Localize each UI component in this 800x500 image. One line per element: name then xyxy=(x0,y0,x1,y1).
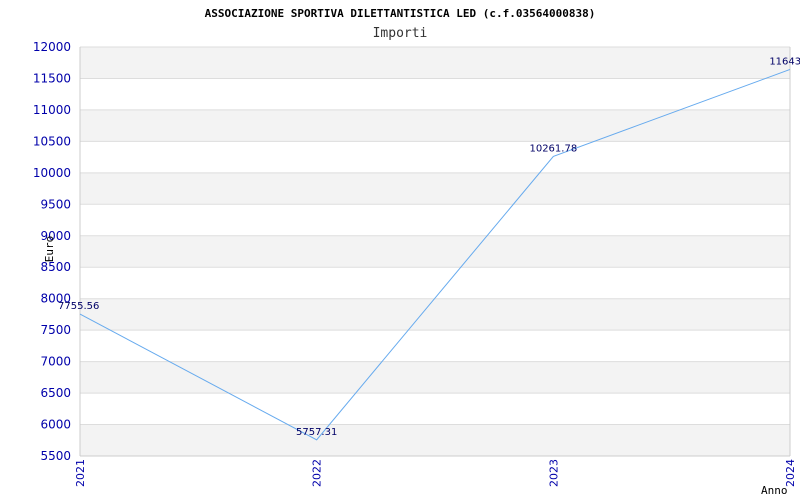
data-label: 10261.78 xyxy=(529,143,577,154)
y-tick-label: 7500 xyxy=(40,323,71,337)
y-tick-label: 6000 xyxy=(40,418,71,432)
data-label: 11643.0 xyxy=(769,56,800,67)
plot-band xyxy=(80,172,790,205)
x-tick-label: 2022 xyxy=(311,459,324,487)
plot-band xyxy=(80,47,790,79)
y-axis-label: Euro xyxy=(43,236,56,263)
y-tick-label: 6500 xyxy=(40,386,71,400)
plot-band xyxy=(80,235,790,268)
y-tick-label: 7000 xyxy=(40,355,71,369)
plot-band xyxy=(80,109,790,142)
x-axis-label: Anno xyxy=(761,484,788,497)
y-tick-label: 12000 xyxy=(33,40,71,54)
x-tick-label: 2021 xyxy=(74,459,87,487)
y-tick-label: 5500 xyxy=(40,449,71,463)
x-tick-label: 2024 xyxy=(784,459,797,487)
data-label: 7755.56 xyxy=(58,301,99,312)
plot-band xyxy=(80,298,790,331)
x-tick-label: 2023 xyxy=(547,459,560,487)
y-tick-label: 10500 xyxy=(33,134,71,148)
line-chart: ASSOCIAZIONE SPORTIVA DILETTANTISTICA LE… xyxy=(33,7,800,497)
plot-band xyxy=(80,361,790,394)
chart-subtitle: Importi xyxy=(373,26,428,41)
y-tick-label: 9500 xyxy=(40,197,71,211)
chart-title: ASSOCIAZIONE SPORTIVA DILETTANTISTICA LE… xyxy=(205,7,596,20)
data-label: 5757.31 xyxy=(296,427,337,438)
y-tick-label: 11500 xyxy=(33,71,71,85)
y-tick-label: 10000 xyxy=(33,166,71,180)
y-tick-label: 11000 xyxy=(33,103,71,117)
x-axis-ticks: 2021 2022 2023 2024 xyxy=(74,459,797,487)
plot-band xyxy=(80,424,790,456)
